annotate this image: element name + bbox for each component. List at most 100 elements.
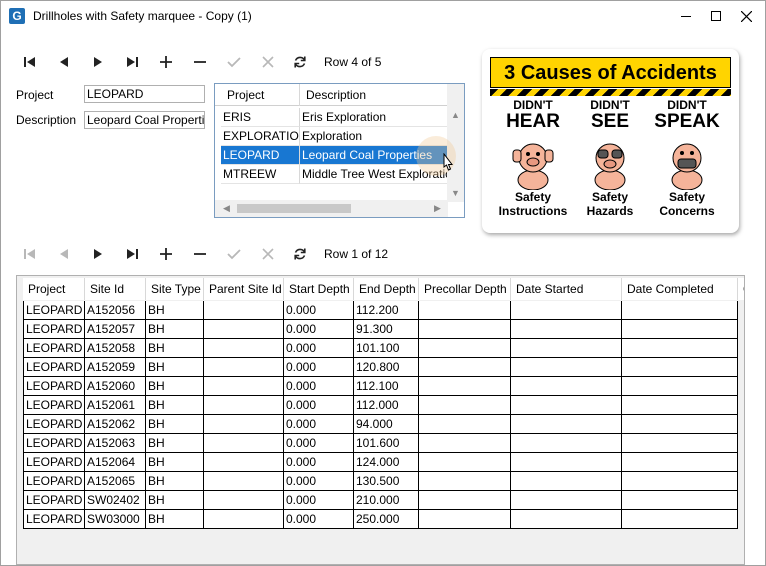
cell-end-depth[interactable]: 112.200 — [354, 301, 419, 320]
cell-date-started[interactable] — [511, 491, 622, 510]
cell-precollar-depth[interactable] — [419, 396, 511, 415]
cell-precollar-depth[interactable] — [419, 472, 511, 491]
cell-end-depth[interactable]: 101.600 — [354, 434, 419, 453]
cell-parent-site-id[interactable] — [204, 415, 284, 434]
first-record-button[interactable] — [17, 49, 43, 75]
cell-site-type[interactable]: BH — [146, 510, 204, 529]
cell-site-id[interactable]: A152060 — [85, 377, 146, 396]
cell-site-type[interactable]: BH — [146, 396, 204, 415]
post-edit-button[interactable] — [221, 49, 247, 75]
cell-start-depth[interactable]: 0.000 — [284, 453, 354, 472]
cell-site-type[interactable]: BH — [146, 453, 204, 472]
cell-site-id[interactable]: A152062 — [85, 415, 146, 434]
cell-date-completed[interactable] — [622, 377, 738, 396]
cell-date-completed[interactable] — [622, 510, 738, 529]
minimize-button[interactable] — [671, 1, 701, 31]
cell-end-depth[interactable]: 112.100 — [354, 377, 419, 396]
cell-end-depth[interactable]: 94.000 — [354, 415, 419, 434]
drillholes-grid[interactable]: Project Site Id Site Type Parent Site Id Sta… — [16, 275, 745, 565]
refresh-button[interactable] — [287, 49, 313, 75]
grid-col-start-depth[interactable]: Start Depth — [284, 278, 354, 300]
cell-start-depth[interactable]: 0.000 — [284, 396, 354, 415]
cell-date-completed[interactable] — [622, 320, 738, 339]
project-field[interactable]: LEOPARD — [84, 85, 205, 103]
cell-end-depth[interactable]: 101.100 — [354, 339, 419, 358]
cell-project[interactable]: LEOPARD — [23, 320, 85, 339]
cell-end-depth[interactable]: 112.000 — [354, 396, 419, 415]
cell-start-depth[interactable]: 0.000 — [284, 339, 354, 358]
cell-site-type[interactable]: BH — [146, 472, 204, 491]
cell-end-depth[interactable]: 250.000 — [354, 510, 419, 529]
lookup-row-selected[interactable]: LEOPARD Leopard Coal Properties — [221, 146, 448, 165]
cell-start-depth[interactable]: 0.000 — [284, 434, 354, 453]
cell-precollar-depth[interactable] — [419, 510, 511, 529]
grid-col-g[interactable]: G — [738, 278, 744, 300]
grid-col-date-completed[interactable]: Date Completed — [622, 278, 738, 300]
grid-col-parent-site-id[interactable]: Parent Site Id — [204, 278, 284, 300]
cell-site-id[interactable]: A152064 — [85, 453, 146, 472]
cell-precollar-depth[interactable] — [419, 339, 511, 358]
cell-precollar-depth[interactable] — [419, 491, 511, 510]
cell-precollar-depth[interactable] — [419, 434, 511, 453]
cell-parent-site-id[interactable] — [204, 358, 284, 377]
last-record-button[interactable] — [119, 241, 145, 267]
cell-date-started[interactable] — [511, 339, 622, 358]
cell-date-started[interactable] — [511, 320, 622, 339]
cell-project[interactable]: LEOPARD — [23, 339, 85, 358]
lookup-row[interactable]: MTREEW Middle Tree West Exploration — [221, 165, 448, 184]
cell-parent-site-id[interactable] — [204, 491, 284, 510]
scroll-down-icon[interactable]: ▼ — [451, 188, 460, 198]
cell-end-depth[interactable]: 124.000 — [354, 453, 419, 472]
cell-project[interactable]: LEOPARD — [23, 434, 85, 453]
cell-date-completed[interactable] — [622, 339, 738, 358]
refresh-button[interactable] — [287, 241, 313, 267]
cell-project[interactable]: LEOPARD — [23, 358, 85, 377]
next-record-button[interactable] — [85, 49, 111, 75]
cell-site-id[interactable]: A152056 — [85, 301, 146, 320]
maximize-button[interactable] — [701, 1, 731, 31]
cell-site-id[interactable]: A152057 — [85, 320, 146, 339]
cell-date-started[interactable] — [511, 396, 622, 415]
cell-parent-site-id[interactable] — [204, 472, 284, 491]
cell-end-depth[interactable]: 120.800 — [354, 358, 419, 377]
cell-precollar-depth[interactable] — [419, 301, 511, 320]
post-edit-button[interactable] — [221, 241, 247, 267]
grid-col-end-depth[interactable]: End Depth — [354, 278, 419, 300]
cell-date-completed[interactable] — [622, 396, 738, 415]
prev-record-button[interactable] — [51, 49, 77, 75]
add-record-button[interactable] — [153, 49, 179, 75]
cell-precollar-depth[interactable] — [419, 320, 511, 339]
cell-site-type[interactable]: BH — [146, 320, 204, 339]
cancel-edit-button[interactable] — [255, 49, 281, 75]
grid-col-project[interactable]: Project — [23, 278, 85, 300]
scroll-thumb[interactable] — [237, 204, 351, 213]
cell-site-type[interactable]: BH — [146, 358, 204, 377]
cell-end-depth[interactable]: 130.500 — [354, 472, 419, 491]
cell-parent-site-id[interactable] — [204, 301, 284, 320]
cell-precollar-depth[interactable] — [419, 358, 511, 377]
cell-date-completed[interactable] — [622, 358, 738, 377]
lookup-col-project[interactable]: Project — [221, 84, 300, 106]
cell-project[interactable]: LEOPARD — [23, 301, 85, 320]
grid-col-site-id[interactable]: Site Id — [85, 278, 146, 300]
cell-site-id[interactable]: A152058 — [85, 339, 146, 358]
cell-start-depth[interactable]: 0.000 — [284, 320, 354, 339]
cell-start-depth[interactable]: 0.000 — [284, 415, 354, 434]
close-button[interactable] — [731, 1, 761, 31]
cell-site-type[interactable]: BH — [146, 415, 204, 434]
cell-date-completed[interactable] — [622, 434, 738, 453]
cell-start-depth[interactable]: 0.000 — [284, 491, 354, 510]
lookup-horizontal-scrollbar[interactable]: ◀ ▶ — [215, 200, 448, 217]
cell-project[interactable]: LEOPARD — [23, 377, 85, 396]
cell-start-depth[interactable]: 0.000 — [284, 377, 354, 396]
cell-site-type[interactable]: BH — [146, 434, 204, 453]
cell-date-started[interactable] — [511, 472, 622, 491]
cell-parent-site-id[interactable] — [204, 510, 284, 529]
cell-date-completed[interactable] — [622, 301, 738, 320]
cell-parent-site-id[interactable] — [204, 339, 284, 358]
cell-date-started[interactable] — [511, 510, 622, 529]
scroll-right-icon[interactable]: ▶ — [434, 203, 441, 214]
cancel-edit-button[interactable] — [255, 241, 281, 267]
cell-precollar-depth[interactable] — [419, 453, 511, 472]
cell-site-type[interactable]: BH — [146, 377, 204, 396]
